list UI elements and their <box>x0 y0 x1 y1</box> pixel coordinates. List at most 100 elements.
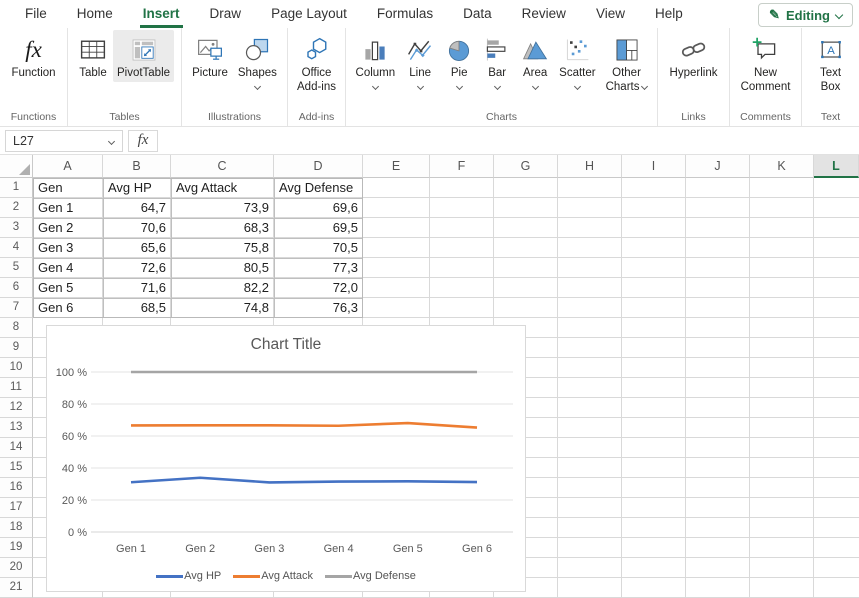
new-comment-button[interactable]: NewComment <box>737 30 795 96</box>
cell-B2[interactable]: 64,7 <box>103 198 171 218</box>
cell-B1[interactable]: Avg HP <box>103 178 171 198</box>
cell-A6[interactable]: Gen 5 <box>33 278 103 298</box>
button-label: Bar <box>488 67 506 80</box>
tab-data[interactable]: Data <box>448 0 507 28</box>
cell-A2[interactable]: Gen 1 <box>33 198 103 218</box>
column-header-E[interactable]: E <box>363 155 430 178</box>
cell-A3[interactable]: Gen 2 <box>33 218 103 238</box>
pie-button[interactable]: Pie <box>441 30 477 91</box>
area-button[interactable]: Area <box>517 30 553 91</box>
cell-A4[interactable]: Gen 3 <box>33 238 103 258</box>
column-header-H[interactable]: H <box>558 155 622 178</box>
row-header-8[interactable]: 8 <box>0 318 33 338</box>
tab-file[interactable]: File <box>10 0 62 28</box>
cell-C1[interactable]: Avg Attack <box>171 178 274 198</box>
chart-object[interactable]: Chart Title 0 %20 %40 %60 %80 %100 %Gen … <box>46 325 526 592</box>
office-add-ins-button[interactable]: OfficeAdd-ins <box>293 30 340 96</box>
hyperlink-button[interactable]: Hyperlink <box>666 30 722 82</box>
row-header-17[interactable]: 17 <box>0 498 33 518</box>
button-label: PivotTable <box>117 67 170 80</box>
tab-home[interactable]: Home <box>62 0 128 28</box>
shapes-button[interactable]: Shapes <box>234 30 281 91</box>
cell-C4[interactable]: 75,8 <box>171 238 274 258</box>
cell-C2[interactable]: 73,9 <box>171 198 274 218</box>
cell-B5[interactable]: 72,6 <box>103 258 171 278</box>
row-header-15[interactable]: 15 <box>0 458 33 478</box>
column-header-C[interactable]: C <box>171 155 274 178</box>
table-button[interactable]: Table <box>75 30 111 82</box>
column-header-B[interactable]: B <box>103 155 171 178</box>
row-header-5[interactable]: 5 <box>0 258 33 278</box>
row-header-21[interactable]: 21 <box>0 578 33 598</box>
function-icon: fx <box>25 33 42 66</box>
picture-button[interactable]: Picture <box>188 30 232 82</box>
row-header-10[interactable]: 10 <box>0 358 33 378</box>
chevron-down-icon <box>108 137 115 144</box>
tab-page-layout[interactable]: Page Layout <box>256 0 362 28</box>
cell-C3[interactable]: 68,3 <box>171 218 274 238</box>
row-header-14[interactable]: 14 <box>0 438 33 458</box>
column-header-I[interactable]: I <box>622 155 686 178</box>
column-header-J[interactable]: J <box>686 155 750 178</box>
cell-D7[interactable]: 76,3 <box>274 298 363 318</box>
row-header-16[interactable]: 16 <box>0 478 33 498</box>
row-header-19[interactable]: 19 <box>0 538 33 558</box>
cell-A1[interactable]: Gen <box>33 178 103 198</box>
cell-B6[interactable]: 71,6 <box>103 278 171 298</box>
select-all-corner[interactable] <box>0 155 33 178</box>
cell-C7[interactable]: 74,8 <box>171 298 274 318</box>
column-header-F[interactable]: F <box>430 155 494 178</box>
row-header-1[interactable]: 1 <box>0 178 33 198</box>
tab-help[interactable]: Help <box>640 0 698 28</box>
row-header-13[interactable]: 13 <box>0 418 33 438</box>
name-box[interactable]: L27 <box>5 130 123 152</box>
cell-C6[interactable]: 82,2 <box>171 278 274 298</box>
tab-review[interactable]: Review <box>507 0 581 28</box>
bar-button[interactable]: Bar <box>479 30 515 91</box>
cell-C5[interactable]: 80,5 <box>171 258 274 278</box>
tab-view[interactable]: View <box>581 0 640 28</box>
row-header-7[interactable]: 7 <box>0 298 33 318</box>
ribbon-group-links: HyperlinkLinks <box>658 28 730 126</box>
row-header-6[interactable]: 6 <box>0 278 33 298</box>
row-header-12[interactable]: 12 <box>0 398 33 418</box>
column-header-G[interactable]: G <box>494 155 558 178</box>
tab-formulas[interactable]: Formulas <box>362 0 448 28</box>
cell-D4[interactable]: 70,5 <box>274 238 363 258</box>
cell-D6[interactable]: 72,0 <box>274 278 363 298</box>
row-header-2[interactable]: 2 <box>0 198 33 218</box>
cell-B7[interactable]: 68,5 <box>103 298 171 318</box>
column-header-D[interactable]: D <box>274 155 363 178</box>
tab-draw[interactable]: Draw <box>195 0 257 28</box>
cell-B3[interactable]: 70,6 <box>103 218 171 238</box>
pencil-icon: ✎ <box>769 7 780 23</box>
row-header-9[interactable]: 9 <box>0 338 33 358</box>
column-header-K[interactable]: K <box>750 155 814 178</box>
function-button[interactable]: fxFunction <box>7 30 59 82</box>
formula-input[interactable] <box>163 130 859 152</box>
row-header-3[interactable]: 3 <box>0 218 33 238</box>
insert-function-button[interactable]: fx <box>128 130 158 152</box>
row-header-4[interactable]: 4 <box>0 238 33 258</box>
row-header-20[interactable]: 20 <box>0 558 33 578</box>
chevron-down-icon <box>254 83 261 90</box>
cell-D3[interactable]: 69,5 <box>274 218 363 238</box>
column-header-L[interactable]: L <box>814 155 859 178</box>
column-header-A[interactable]: A <box>33 155 103 178</box>
row-header-11[interactable]: 11 <box>0 378 33 398</box>
text-box-button[interactable]: ATextBox <box>813 30 849 96</box>
cell-B4[interactable]: 65,6 <box>103 238 171 258</box>
cell-A7[interactable]: Gen 6 <box>33 298 103 318</box>
row-header-18[interactable]: 18 <box>0 518 33 538</box>
pivottable-button[interactable]: PivotTable <box>113 30 174 82</box>
cell-D5[interactable]: 77,3 <box>274 258 363 278</box>
editing-button[interactable]: ✎ Editing <box>758 3 853 27</box>
cell-D2[interactable]: 69,6 <box>274 198 363 218</box>
cell-A5[interactable]: Gen 4 <box>33 258 103 278</box>
line-button[interactable]: Line <box>401 30 439 91</box>
column-button[interactable]: Column <box>352 30 400 91</box>
tab-insert[interactable]: Insert <box>128 0 195 28</box>
cell-D1[interactable]: Avg Defense <box>274 178 363 198</box>
other-charts-button[interactable]: OtherCharts <box>602 30 652 96</box>
scatter-button[interactable]: Scatter <box>555 30 599 91</box>
